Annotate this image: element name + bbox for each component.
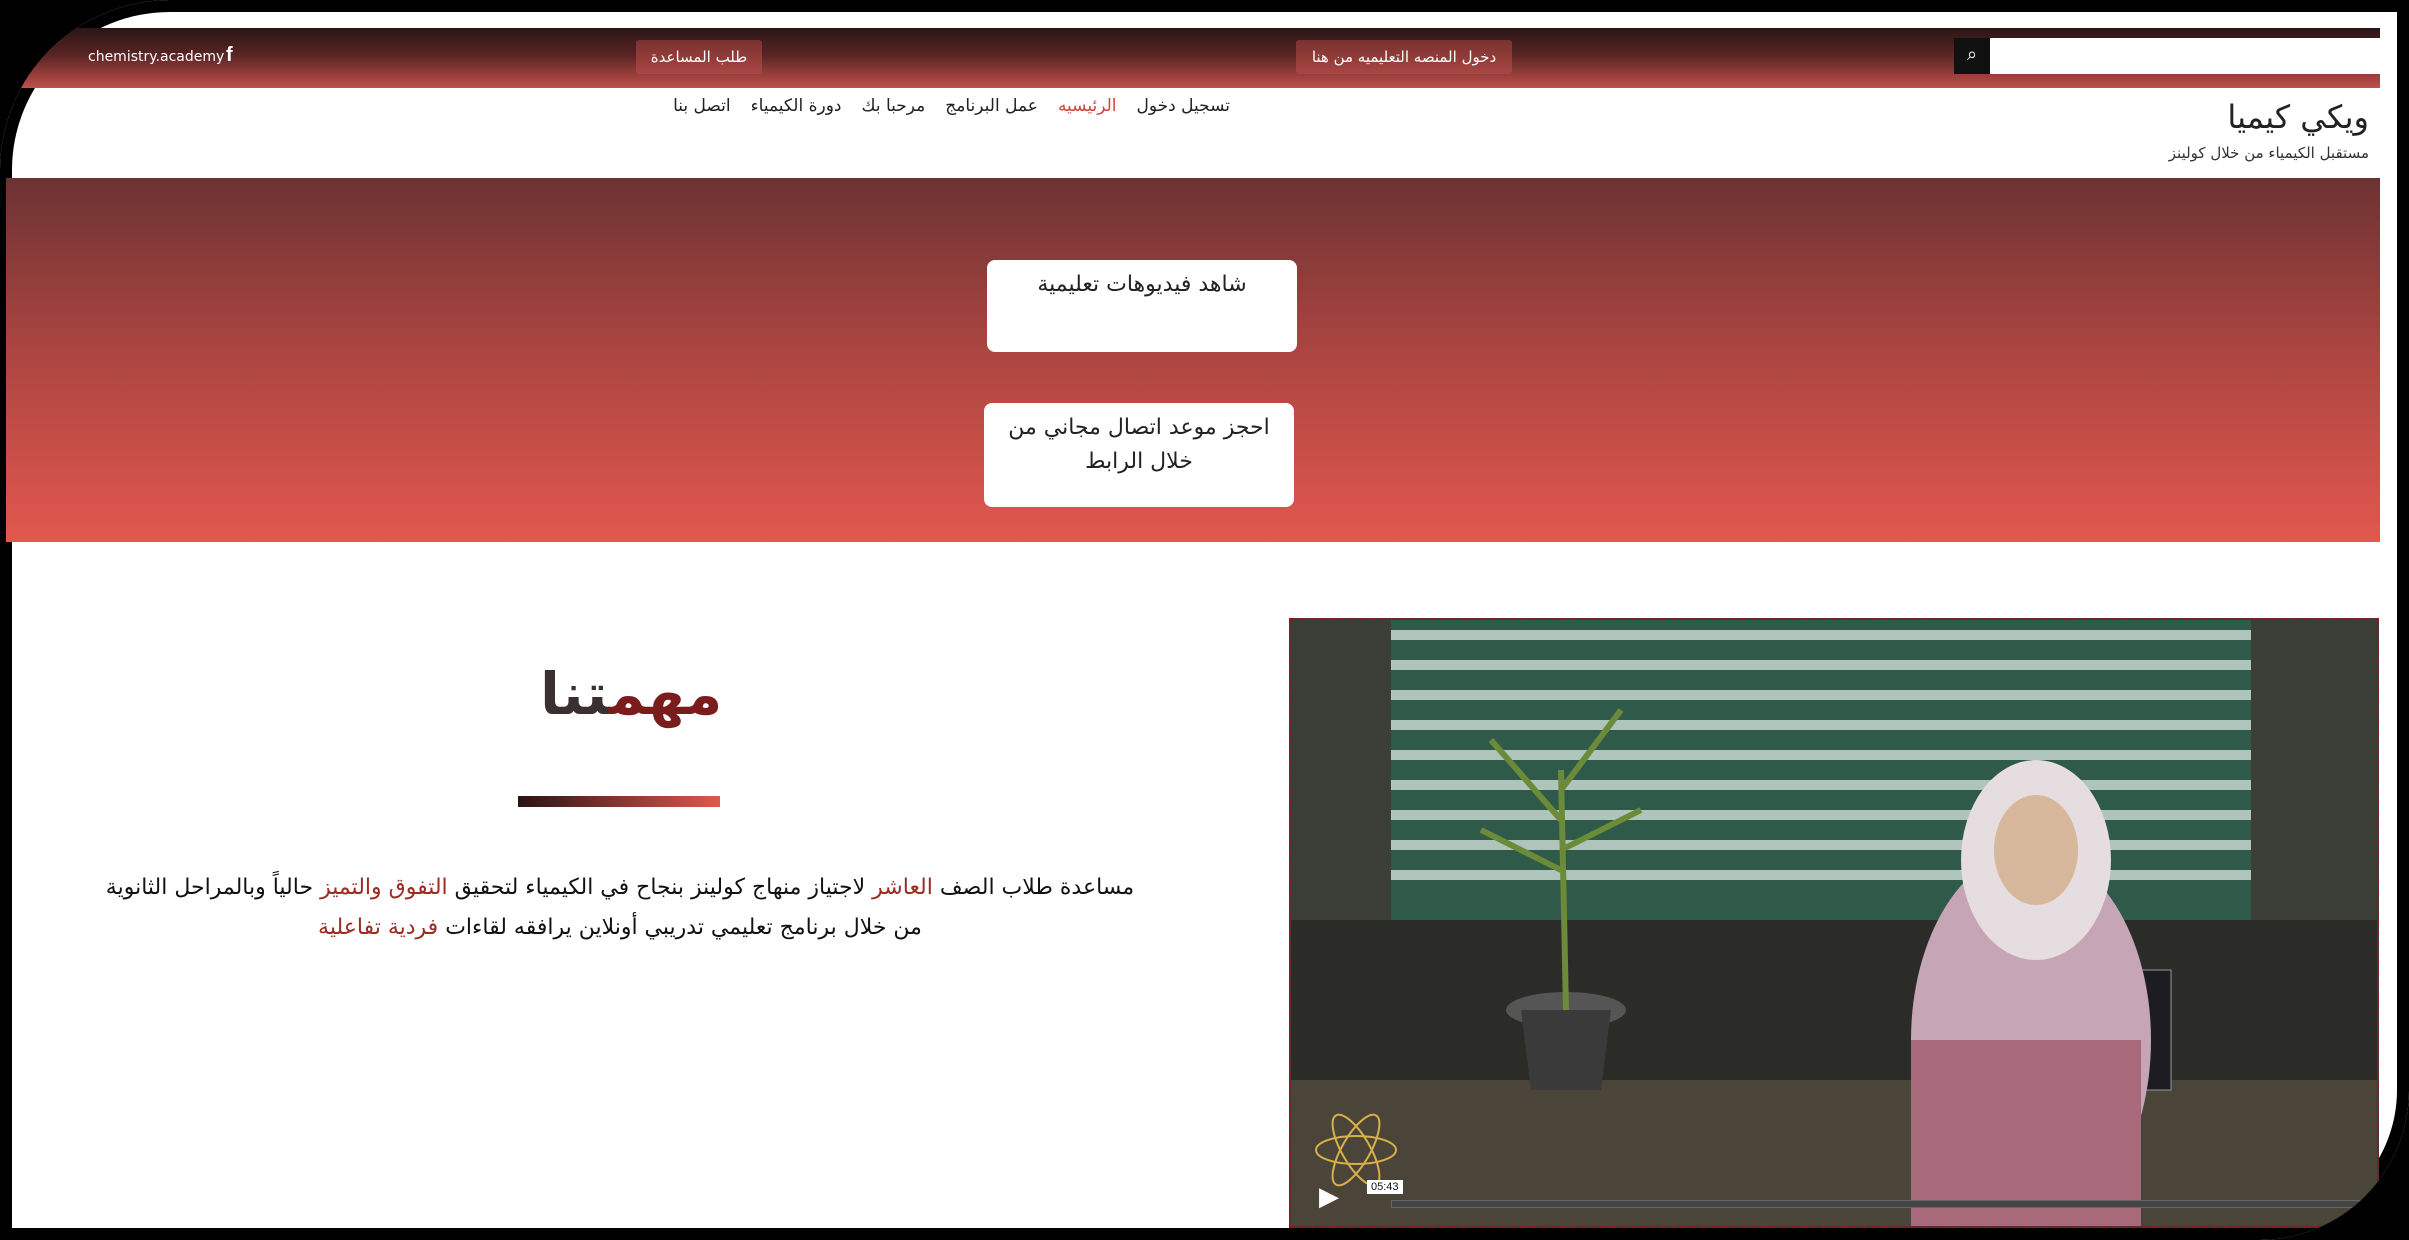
book-call-button[interactable]: احجز موعد اتصال مجاني من خلال الرابط [984,403,1294,507]
mission-highlight: التفوق والتميز [320,875,448,900]
mission-highlight: فردية تفاعلية [318,915,439,940]
site-link[interactable]: chemistry.academy [88,49,224,65]
nav-item-course[interactable]: دورة الكيمياء [751,96,842,116]
top-bar: chemistry.academy f طلب المساعدة دخول ال… [0,28,2380,88]
search-input[interactable] [1990,38,2380,74]
help-request-button[interactable]: طلب المساعدة [636,40,762,74]
video-frame [1291,620,2377,1226]
mission-text-part: من خلال برنامج تعليمي تدريبي أونلاين يرا… [438,915,922,940]
nav-item-contact[interactable]: اتصل بنا [673,96,731,116]
mission-text-part: حالياً وبالمراحل الثانوية [105,875,321,900]
mission-highlight: العاشر [872,875,933,900]
watch-videos-button[interactable]: شاهد فيديوهات تعليمية [987,260,1297,352]
site-title[interactable]: ويكي كيميا [2227,98,2369,136]
mission-text-part: لاجتياز منهاج كولينز بنجاح في الكيمياء ل… [447,875,873,900]
nav-item-login[interactable]: تسجيل دخول [1137,96,1231,116]
search-icon[interactable]: ⌕ [1954,38,1990,74]
mission-text: مساعدة طلاب الصف العاشر لاجتياز منهاج كو… [80,868,1160,948]
mission-divider [518,796,720,807]
platform-login-button[interactable]: دخول المنصه التعليميه من هنا [1296,40,1512,74]
mission-title-part2: تنا [540,660,610,728]
video-player[interactable]: ▶ 05:43 [1289,618,2379,1228]
video-time: 05:43 [1367,1180,1403,1194]
video-progress-bar[interactable] [1391,1200,2368,1208]
main-nav: تسجيل دخول الرئيسيه عمل البرنامج مرحبا ب… [670,90,1230,122]
page: chemistry.academy f طلب المساعدة دخول ال… [0,0,2409,1240]
nav-item-welcome[interactable]: مرحبا بك [862,96,926,116]
play-icon[interactable]: ▶ [1319,1182,1339,1212]
mission-text-part: مساعدة طلاب الصف [932,875,1135,900]
site-subtitle: مستقبل الكيمياء من خلال كولينز [2168,144,2369,162]
hero-banner: شاهد فيديوهات تعليمية احجز موعد اتصال مج… [6,178,2380,542]
nav-item-home[interactable]: الرئيسيه [1058,96,1117,116]
facebook-icon[interactable]: f [226,44,233,67]
nav-item-program[interactable]: عمل البرنامج [945,96,1038,116]
mission-title: مهمتنا [540,660,722,728]
mission-title-part1: مهم [609,660,723,728]
